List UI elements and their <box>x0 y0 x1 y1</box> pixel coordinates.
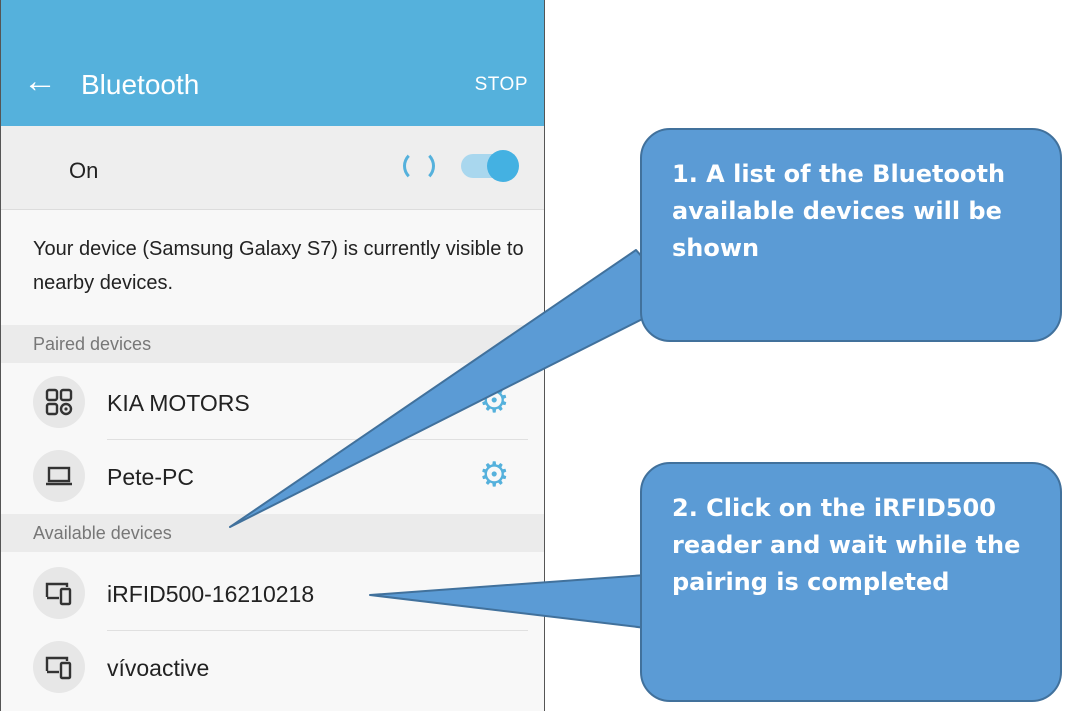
callout-pairing-instruction: 2. Click on the iRFID500 reader and wait… <box>640 462 1062 702</box>
callout1-pointer <box>229 249 681 528</box>
callout2-pointer <box>369 574 647 629</box>
callout-device-list: 1. A list of the Bluetooth available dev… <box>640 128 1062 342</box>
